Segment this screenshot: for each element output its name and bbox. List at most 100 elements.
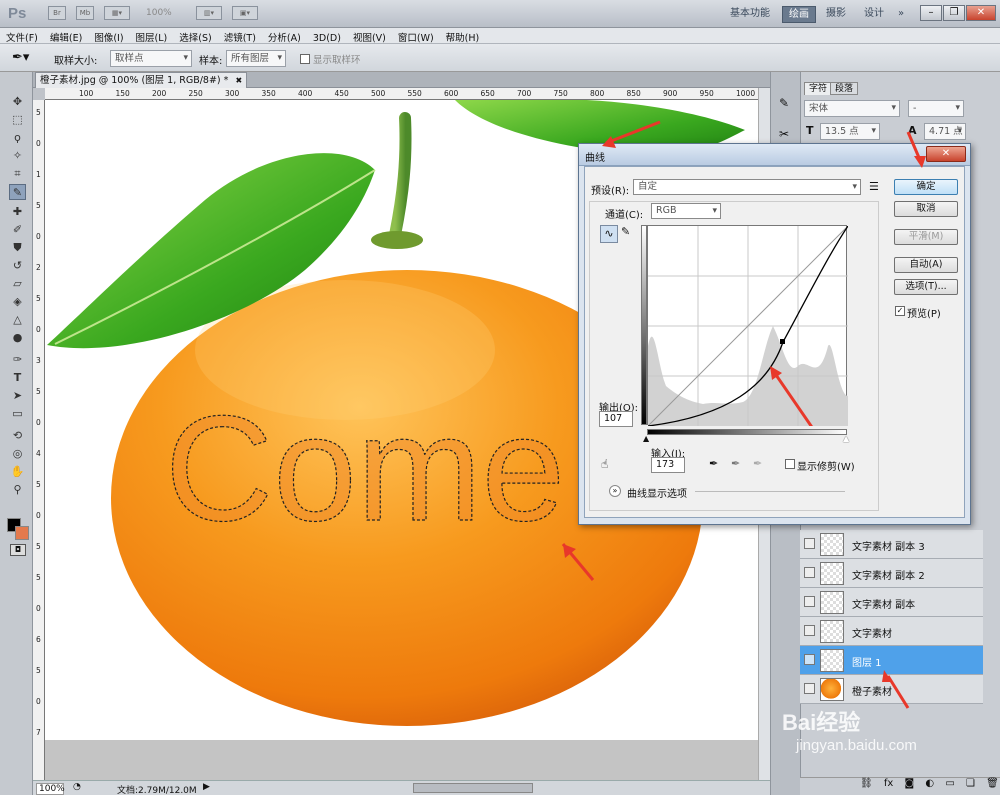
- menu-file[interactable]: 文件(F): [0, 28, 44, 44]
- quick-select-tool-icon[interactable]: ✧: [9, 148, 26, 164]
- workspace-essentials[interactable]: 基本功能: [724, 6, 776, 23]
- type-tool-icon[interactable]: T: [9, 370, 26, 386]
- sample-size-select[interactable]: 取样点: [110, 50, 192, 67]
- group-icon[interactable]: ▭: [945, 778, 954, 789]
- close-document-icon[interactable]: ✖: [235, 76, 242, 85]
- mask-icon[interactable]: ◙: [905, 778, 915, 789]
- layer-style-icon[interactable]: fx: [884, 778, 893, 789]
- dialog-title-bar[interactable]: 曲线 ✕: [579, 144, 970, 166]
- document-tab[interactable]: 橙子素材.jpg @ 100% (图层 1, RGB/8#) * ✖: [35, 72, 248, 88]
- layer-row[interactable]: 文字素材 副本: [800, 588, 983, 617]
- move-tool-icon[interactable]: ✥: [9, 94, 26, 110]
- pencil-draw-icon[interactable]: ✎: [621, 225, 630, 238]
- more-workspaces-button[interactable]: »: [892, 6, 910, 23]
- white-point-slider[interactable]: ▲: [843, 434, 849, 443]
- font-size-select[interactable]: 13.5 点: [820, 123, 880, 140]
- quick-mask-icon[interactable]: ◘: [10, 544, 26, 556]
- smooth-button[interactable]: 平滑(M): [894, 229, 958, 245]
- status-menu-icon[interactable]: ▶: [203, 782, 210, 792]
- menu-edit[interactable]: 编辑(E): [44, 28, 88, 44]
- layer-row[interactable]: 文字素材 副本 3: [800, 530, 983, 559]
- zoom-tool-icon[interactable]: ⚲: [9, 482, 26, 498]
- ok-button[interactable]: 确定: [894, 179, 958, 195]
- view-extras-icon[interactable]: ▦▾: [104, 6, 130, 20]
- 3d-rotate-tool-icon[interactable]: ⟲: [9, 428, 26, 444]
- workspace-design[interactable]: 设计: [858, 6, 890, 23]
- cancel-button[interactable]: 取消: [894, 201, 958, 217]
- new-layer-icon[interactable]: ❏: [966, 778, 975, 789]
- minimize-icon[interactable]: –: [920, 5, 942, 21]
- dialog-close-icon[interactable]: ✕: [926, 146, 966, 162]
- horizontal-scrollbar[interactable]: [413, 783, 533, 793]
- layer-visibility-toggle[interactable]: [804, 538, 815, 549]
- input-field[interactable]: 173: [651, 457, 685, 473]
- brush-tool-icon[interactable]: ✐: [9, 222, 26, 238]
- leading-select[interactable]: 4.71 点: [924, 123, 966, 140]
- close-icon[interactable]: ✕: [966, 5, 996, 21]
- white-eyedropper-icon[interactable]: ✒: [753, 457, 762, 470]
- layer-visibility-toggle[interactable]: [804, 567, 815, 578]
- dodge-tool-icon[interactable]: ●: [9, 330, 26, 346]
- menu-image[interactable]: 图像(I): [88, 28, 129, 44]
- zoom-field[interactable]: 100%: [36, 783, 65, 795]
- menu-select[interactable]: 选择(S): [173, 28, 217, 44]
- restore-icon[interactable]: ❐: [943, 5, 965, 21]
- preset-options-icon[interactable]: ☰: [869, 180, 879, 193]
- eraser-tool-icon[interactable]: ▱: [9, 276, 26, 292]
- menu-layer[interactable]: 图层(L): [130, 28, 174, 44]
- brush-panel-icon[interactable]: ✎: [779, 96, 789, 110]
- black-eyedropper-icon[interactable]: ✒: [709, 457, 718, 470]
- layer-row[interactable]: 文字素材: [800, 617, 983, 646]
- sample-select[interactable]: 所有图层: [226, 50, 286, 67]
- eye-icon[interactable]: [804, 683, 815, 694]
- lasso-tool-icon[interactable]: ϙ: [9, 130, 26, 146]
- menu-view[interactable]: 视图(V): [347, 28, 392, 44]
- curves-graph[interactable]: [647, 225, 849, 437]
- preset-select[interactable]: 自定: [633, 179, 861, 195]
- show-sampling-ring-checkbox[interactable]: [300, 54, 310, 64]
- layer-row-active[interactable]: 图层 1: [800, 646, 983, 675]
- menu-3d[interactable]: 3D(D): [307, 31, 347, 44]
- layer-row[interactable]: 橙子素材: [800, 675, 983, 704]
- healing-brush-tool-icon[interactable]: ✚: [9, 204, 26, 220]
- status-info-icon[interactable]: ◔: [73, 782, 81, 792]
- zoom-display[interactable]: 100%: [146, 8, 172, 18]
- delete-layer-icon[interactable]: 🗑: [986, 778, 999, 789]
- pen-tool-icon[interactable]: ✑: [9, 352, 26, 368]
- background-color-swatch[interactable]: [15, 526, 29, 540]
- on-image-adjust-icon[interactable]: ☝: [601, 457, 608, 471]
- preview-checkbox[interactable]: ✓: [895, 306, 905, 316]
- menu-window[interactable]: 窗口(W): [392, 28, 440, 44]
- paint-bucket-tool-icon[interactable]: ◈: [9, 294, 26, 310]
- blur-tool-icon[interactable]: △: [9, 312, 26, 328]
- show-clipping-checkbox[interactable]: [785, 459, 795, 469]
- link-layers-icon[interactable]: ⛓: [860, 778, 873, 789]
- layer-visibility-toggle[interactable]: [804, 625, 815, 636]
- mini-bridge-icon[interactable]: Mb: [76, 6, 94, 20]
- font-style-select[interactable]: -: [908, 100, 964, 117]
- marquee-tool-icon[interactable]: ⬚: [9, 112, 26, 128]
- auto-button[interactable]: 自动(A): [894, 257, 958, 273]
- adjustment-icon[interactable]: ◐: [925, 778, 934, 789]
- clone-source-icon[interactable]: ✂: [779, 127, 789, 141]
- menu-help[interactable]: 帮助(H): [440, 28, 486, 44]
- tab-paragraph[interactable]: 段落: [830, 82, 859, 95]
- 3d-orbit-tool-icon[interactable]: ◎: [9, 446, 26, 462]
- font-family-select[interactable]: 宋体: [804, 100, 900, 117]
- eyedropper-tool-icon[interactable]: ✎: [9, 184, 26, 200]
- shape-tool-icon[interactable]: ▭: [9, 406, 26, 422]
- curve-edit-tool-icon[interactable]: ∿: [600, 225, 618, 243]
- workspace-painting[interactable]: 绘画: [782, 6, 816, 23]
- crop-tool-icon[interactable]: ⌗: [9, 166, 26, 182]
- eyedropper-icon[interactable]: ✒▾: [12, 50, 29, 65]
- options-button[interactable]: 选项(T)...: [894, 279, 958, 295]
- layer-row[interactable]: 文字素材 副本 2: [800, 559, 983, 588]
- history-brush-tool-icon[interactable]: ↺: [9, 258, 26, 274]
- path-selection-tool-icon[interactable]: ➤: [9, 388, 26, 404]
- bridge-icon[interactable]: Br: [48, 6, 66, 20]
- menu-filter[interactable]: 滤镜(T): [218, 28, 262, 44]
- output-field[interactable]: 107: [599, 411, 633, 427]
- menu-analysis[interactable]: 分析(A): [262, 28, 307, 44]
- gray-eyedropper-icon[interactable]: ✒: [731, 457, 740, 470]
- expand-options-icon[interactable]: »: [609, 485, 621, 497]
